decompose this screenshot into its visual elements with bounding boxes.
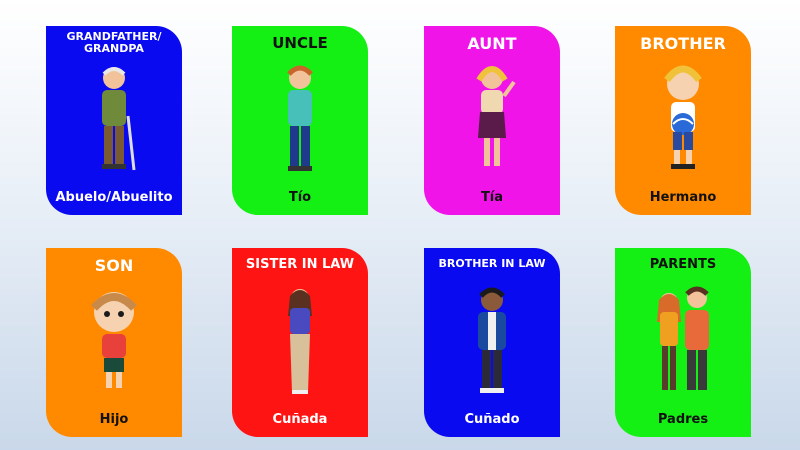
card-title: PARENTS <box>649 257 717 272</box>
card-title: BROTHER IN LAW <box>438 257 546 270</box>
card-uncle[interactable]: UNCLE Tío <box>232 26 368 215</box>
card-title: BROTHER <box>640 34 726 53</box>
card-title: SON <box>94 256 134 275</box>
card-aunt[interactable]: AUNT Tía <box>424 26 560 215</box>
card-word: Cuñado <box>464 412 520 427</box>
card-sister-in-law[interactable]: SISTER IN LAW Cuñada <box>232 248 368 437</box>
brother-in-law-figure <box>442 282 542 408</box>
brother-figure <box>633 60 733 186</box>
card-title: AUNT <box>467 34 517 53</box>
card-son[interactable]: SON Hijo <box>46 248 182 437</box>
uncle-figure <box>250 60 350 186</box>
card-title: SISTER IN LAW <box>245 257 355 272</box>
card-word: Tío <box>288 190 312 205</box>
card-word: Padres <box>657 412 709 427</box>
card-parents[interactable]: PARENTS Padres <box>615 248 751 437</box>
card-title: UNCLE <box>272 34 328 52</box>
grandfather-figure <box>64 60 164 186</box>
card-title: GRANDFATHER/ GRANDPA <box>66 30 162 56</box>
parents-figure <box>633 282 733 408</box>
card-word: Hermano <box>649 190 717 205</box>
card-word: Cuñada <box>272 412 328 427</box>
card-word: Hijo <box>99 412 129 427</box>
card-word: Abuelo/Abuelito <box>55 190 173 205</box>
son-figure <box>64 282 164 408</box>
card-grandfather[interactable]: GRANDFATHER/ GRANDPA Abuelo/Abuelito <box>46 26 182 215</box>
aunt-figure <box>442 60 542 186</box>
card-brother[interactable]: BROTHER Hermano <box>615 26 751 215</box>
card-word: Tía <box>480 190 504 205</box>
card-brother-in-law[interactable]: BROTHER IN LAW Cuñado <box>424 248 560 437</box>
sister-in-law-figure <box>250 282 350 408</box>
